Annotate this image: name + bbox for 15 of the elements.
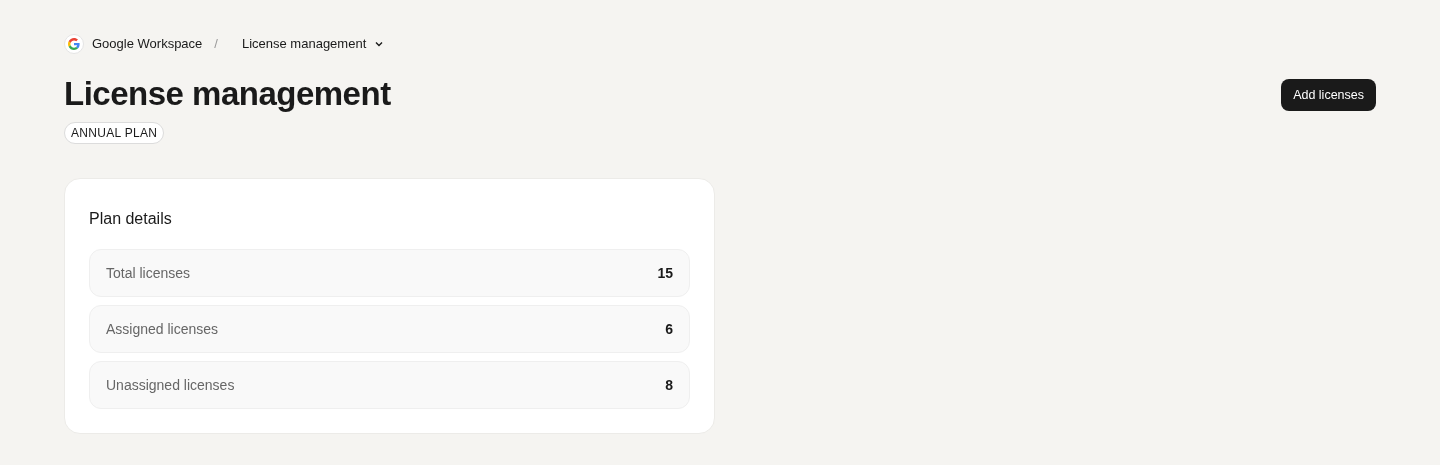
chevron-down-icon [374, 39, 385, 49]
breadcrumb-separator: / [214, 35, 218, 54]
breadcrumb-link[interactable]: Google Workspace [64, 30, 203, 58]
row-value: 6 [665, 319, 673, 339]
plan-badge: ANNUAL PLAN [64, 122, 165, 144]
row-label: Total licenses [106, 263, 191, 283]
breadcrumb-dropdown[interactable]: License management [241, 30, 385, 58]
row-label: Unassigned licenses [106, 375, 235, 395]
page-title: License management [64, 74, 391, 114]
row-label: Assigned licenses [106, 319, 219, 339]
add-licenses-button[interactable]: Add licenses [1281, 79, 1376, 111]
row-value: 15 [657, 263, 673, 283]
logo-icon [64, 34, 84, 54]
row-value: 8 [665, 375, 673, 395]
card-heading: Plan details [89, 209, 173, 229]
